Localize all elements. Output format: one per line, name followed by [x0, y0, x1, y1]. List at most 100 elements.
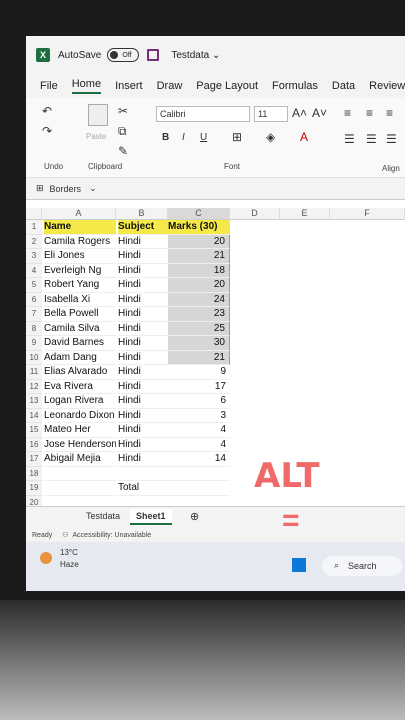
cell-marks[interactable]: Marks (30)	[168, 220, 230, 235]
cell-name[interactable]: David Barnes	[44, 336, 116, 351]
cell-name[interactable]: Camila Rogers	[44, 235, 116, 249]
sheet-tab-sheet1[interactable]: Sheet1	[130, 509, 172, 525]
cell-subject[interactable]: Hindi	[118, 394, 168, 409]
cell-name[interactable]	[44, 481, 116, 496]
redo-icon[interactable]: ↷	[42, 124, 52, 138]
cell-name[interactable]: Mateo Her	[44, 423, 116, 438]
cell-name[interactable]: Abigail Mejia	[44, 452, 116, 467]
cell-marks[interactable]: 6	[168, 394, 230, 409]
tab-file[interactable]: File	[40, 80, 58, 92]
autosave-toggle[interactable]: Off	[107, 48, 140, 62]
accessibility-status[interactable]: Accessibility: Unavailable	[73, 532, 152, 539]
worksheet-grid[interactable]: A B C D E F 1 Name Subject Marks (30) 2 Camil…	[26, 208, 405, 510]
cell-name[interactable]: Adam Dang	[44, 351, 116, 365]
paste-icon[interactable]	[88, 104, 108, 126]
row-header[interactable]: 4	[26, 263, 42, 278]
row-header[interactable]: 1	[26, 220, 42, 235]
cell-name[interactable]	[44, 467, 116, 481]
cell-subject[interactable]	[118, 467, 168, 481]
row-header[interactable]: 14	[26, 408, 42, 423]
cell-marks[interactable]: 24	[168, 292, 230, 307]
cell-marks[interactable]: 4	[168, 438, 230, 452]
borders-small-icon[interactable]: ⊞	[36, 183, 44, 194]
cell-marks[interactable]: 4	[168, 423, 230, 438]
row-header[interactable]: 17	[26, 452, 42, 467]
cell-marks[interactable]	[168, 481, 230, 496]
cell-subject[interactable]: Hindi	[118, 452, 168, 467]
italic-button[interactable]: I	[182, 132, 185, 143]
cell-subject[interactable]: Hindi	[118, 249, 168, 264]
row-header[interactable]: 7	[26, 307, 42, 322]
save-icon[interactable]	[147, 49, 160, 61]
format-painter-icon[interactable]: ✎	[118, 144, 128, 158]
row-header[interactable]: 11	[26, 365, 42, 380]
cell-subject[interactable]: Hindi	[118, 380, 168, 394]
column-header-f[interactable]: F	[330, 208, 405, 220]
cell-subject[interactable]: Hindi	[118, 423, 168, 438]
cell-subject[interactable]: Subject	[118, 220, 168, 235]
column-header-d[interactable]: D	[230, 208, 280, 220]
cell-marks[interactable]: 17	[168, 380, 230, 394]
select-all-corner[interactable]	[26, 208, 42, 220]
increase-font-icon[interactable]: A˄	[292, 106, 307, 120]
decrease-font-icon[interactable]: A˅	[312, 106, 327, 120]
cell-subject[interactable]: Hindi	[118, 235, 168, 249]
tab-insert[interactable]: Insert	[115, 80, 143, 92]
cell-marks[interactable]: 20	[168, 234, 230, 249]
font-size-select[interactable]: 11	[254, 106, 288, 122]
tab-page-layout[interactable]: Page Layout	[196, 80, 258, 92]
row-header[interactable]: 6	[26, 292, 42, 307]
cell-name[interactable]: Bella Powell	[44, 307, 116, 322]
borders-button[interactable]: Borders	[50, 184, 82, 194]
cell-marks[interactable]: 21	[168, 249, 230, 264]
cell-name[interactable]: Camila Silva	[44, 322, 116, 336]
tab-formulas[interactable]: Formulas	[272, 80, 318, 92]
cell-subject[interactable]: Hindi	[118, 438, 168, 452]
align-top-icon[interactable]: ≡	[344, 106, 351, 120]
file-name[interactable]: Testdata ⌄	[171, 50, 220, 61]
cut-icon[interactable]: ✂	[118, 104, 128, 118]
row-header[interactable]: 19	[26, 481, 42, 496]
row-header[interactable]: 2	[26, 234, 42, 249]
bold-button[interactable]: B	[162, 132, 169, 143]
cell-subject[interactable]: Hindi	[118, 322, 168, 336]
row-header[interactable]: 16	[26, 437, 42, 452]
cell-marks[interactable]: 23	[168, 307, 230, 322]
cell-name[interactable]: Eli Jones	[44, 249, 116, 264]
cell-name[interactable]: Name	[44, 220, 116, 235]
row-header[interactable]: 9	[26, 336, 42, 351]
row-header[interactable]: 8	[26, 321, 42, 336]
cell-name[interactable]: Isabella Xi	[44, 293, 116, 307]
cell-marks[interactable]	[168, 467, 230, 481]
cell-subject[interactable]: Hindi	[118, 307, 168, 322]
sheet-tab-testdata[interactable]: Testdata	[86, 511, 120, 521]
row-header[interactable]: 10	[26, 350, 42, 365]
cell-subject[interactable]: Hindi	[118, 264, 168, 278]
row-header[interactable]: 5	[26, 278, 42, 293]
font-color-icon[interactable]: A	[300, 130, 308, 144]
copy-icon[interactable]: ⧉	[118, 124, 127, 139]
chevron-down-icon[interactable]: ⌄	[89, 183, 97, 194]
cell-marks[interactable]: 21	[168, 350, 230, 365]
row-header[interactable]: 13	[26, 394, 42, 409]
tab-home[interactable]: Home	[71, 78, 102, 94]
add-sheet-icon[interactable]: ⊕	[190, 510, 199, 523]
cell-name[interactable]: Eva Rivera	[44, 380, 116, 394]
cell-marks[interactable]: 9	[168, 365, 230, 380]
align-middle-icon[interactable]: ≡	[366, 106, 373, 120]
align-right-icon[interactable]: ☰	[386, 132, 397, 146]
cell-name[interactable]: Robert Yang	[44, 278, 116, 293]
tab-data[interactable]: Data	[332, 80, 355, 92]
cell-name[interactable]: Elias Alvarado	[44, 365, 116, 380]
cell-marks[interactable]: 25	[168, 321, 230, 336]
tab-review[interactable]: Review	[369, 80, 405, 92]
cell-subject[interactable]: Hindi	[118, 351, 168, 365]
cell-marks[interactable]: 14	[168, 452, 230, 467]
cell-marks[interactable]: 20	[168, 278, 230, 293]
cell-name[interactable]: Jose Henderson	[44, 438, 116, 452]
cell-subject[interactable]: Hindi	[118, 336, 168, 351]
align-bottom-icon[interactable]: ≡	[386, 106, 393, 120]
font-name-select[interactable]: Calibri	[156, 106, 250, 122]
cell-subject[interactable]: Hindi	[118, 278, 168, 293]
cell-marks[interactable]: 3	[168, 409, 230, 423]
